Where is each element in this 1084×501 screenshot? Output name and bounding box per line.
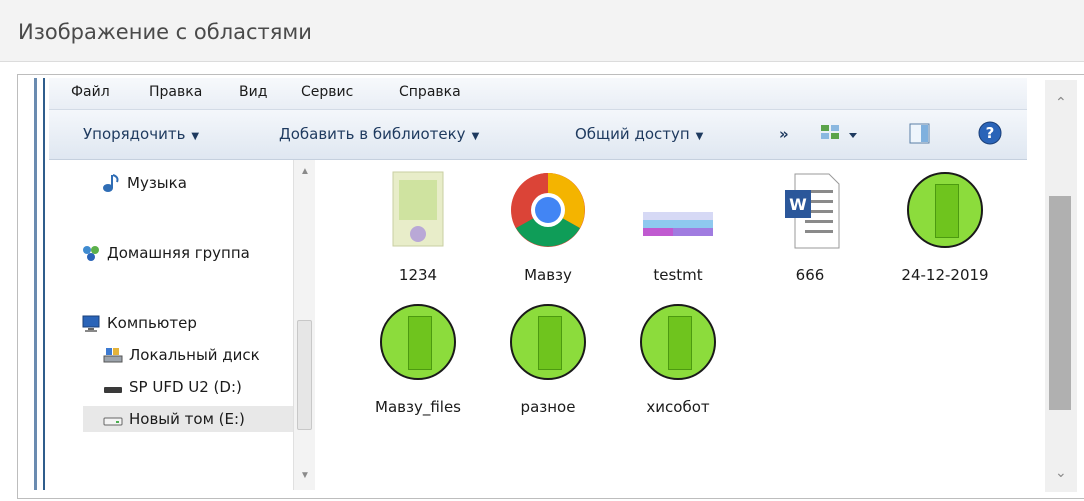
usb-drive-icon	[103, 377, 123, 397]
scroll-up-arrow-icon[interactable]: ▲	[300, 166, 310, 177]
file-name: хисобот	[646, 398, 710, 416]
menu-tools[interactable]: Сервис	[301, 84, 353, 100]
green-folder-icon	[493, 300, 603, 392]
nav-item-sp-drive[interactable]: SP UFD U2 (D:)	[103, 374, 242, 400]
chevron-down-icon: ▼	[471, 131, 480, 142]
nav-item-computer[interactable]: Компьютер	[81, 310, 197, 336]
green-folder-icon	[363, 300, 473, 392]
scroll-down-icon[interactable]: ⌄	[1055, 464, 1067, 481]
folder-doc-shape	[668, 316, 692, 370]
chrome-icon	[493, 168, 603, 260]
file-name: 1234	[398, 266, 438, 284]
share-label: Общий доступ	[575, 125, 690, 143]
scroll-down-arrow-icon[interactable]: ▼	[300, 470, 310, 481]
organize-button[interactable]: Упорядочить ▼	[83, 125, 199, 143]
navigation-pane: Музыка Домашняя группа Компьютер Локальн…	[49, 160, 317, 490]
view-grid-icon	[821, 125, 857, 139]
file-name: 24-12-2019	[901, 266, 989, 284]
outer-scroll-thumb[interactable]	[1049, 196, 1071, 410]
nav-item-local-disk[interactable]: Локальный диск	[103, 342, 307, 368]
folder-doc-shape	[408, 316, 432, 370]
nav-label: Компьютер	[107, 314, 197, 332]
preview-pane-button[interactable]	[909, 122, 931, 146]
more-commands-button[interactable]: »	[779, 125, 789, 143]
view-options-button[interactable]	[819, 123, 859, 147]
explorer-window: Файл Правка Вид Сервис Справка Упорядочи…	[34, 78, 1027, 490]
green-folder-icon	[623, 300, 733, 392]
menu-help[interactable]: Справка	[399, 84, 461, 100]
nav-item-homegroup[interactable]: Домашняя группа	[81, 240, 307, 266]
nav-label: Новый том (E:)	[129, 410, 245, 428]
homegroup-icon	[81, 243, 101, 263]
menu-edit[interactable]: Правка	[149, 84, 202, 100]
music-note-icon	[101, 173, 121, 193]
chevron-down-icon: ▼	[695, 131, 704, 142]
share-button[interactable]: Общий доступ ▼	[575, 125, 703, 143]
menu-file[interactable]: Файл	[71, 84, 110, 100]
image-file-icon	[623, 168, 733, 260]
folder-doc-shape	[935, 184, 959, 238]
help-icon: ?	[978, 121, 1002, 145]
computer-icon	[81, 313, 101, 333]
file-name: Мавзу_files	[375, 398, 461, 416]
menu-view[interactable]: Вид	[239, 84, 267, 100]
nav-label: Домашняя группа	[107, 244, 250, 262]
file-name: Мавзу	[524, 266, 572, 284]
nav-scroll-thumb[interactable]	[297, 320, 312, 430]
nav-scrollbar[interactable]: ▲ ▼	[293, 160, 315, 490]
svg-text:?: ?	[986, 124, 995, 142]
add-to-library-button[interactable]: Добавить в библиотеку ▼	[279, 125, 479, 143]
outer-scrollbar[interactable]: ⌃ ⌄	[1045, 80, 1077, 492]
organize-label: Упорядочить	[83, 125, 186, 143]
add-library-label: Добавить в библиотеку	[279, 125, 466, 143]
preview-pane-icon	[909, 123, 930, 144]
file-name: 666	[795, 266, 825, 284]
highlight-circle	[907, 172, 983, 248]
local-disk-icon	[103, 345, 123, 365]
highlight-circle	[640, 304, 716, 380]
nav-label: Музыка	[127, 174, 187, 192]
nav-label: SP UFD U2 (D:)	[129, 378, 242, 396]
file-name: testmt	[653, 266, 703, 284]
dialog-title: Изображение с областями	[18, 20, 312, 44]
folder-doc-shape	[538, 316, 562, 370]
file-name: разное	[520, 398, 576, 416]
green-folder-icon	[890, 168, 1000, 260]
nav-label: Локальный диск	[129, 346, 260, 364]
image-file-icon	[363, 168, 473, 260]
highlight-circle	[380, 304, 456, 380]
word-doc-icon: W	[755, 168, 865, 260]
drive-icon	[103, 409, 123, 429]
chevron-down-icon: ▼	[191, 131, 200, 142]
nav-item-new-volume[interactable]: Новый том (E:)	[83, 406, 301, 432]
highlight-circle	[510, 304, 586, 380]
svg-text:W: W	[789, 195, 807, 214]
dialog-header: Изображение с областями	[0, 0, 1084, 62]
menu-bar: Файл Правка Вид Сервис Справка	[49, 78, 1027, 110]
command-bar: Упорядочить ▼ Добавить в библиотеку ▼ Общи…	[49, 110, 1027, 160]
help-button[interactable]: ?	[977, 120, 1003, 146]
file-list: 1234 Мавзу testmt W 666 24-12-2019 Мавзу…	[317, 160, 1027, 490]
scroll-up-icon[interactable]: ⌃	[1055, 94, 1067, 111]
nav-item-music[interactable]: Музыка	[101, 170, 187, 196]
